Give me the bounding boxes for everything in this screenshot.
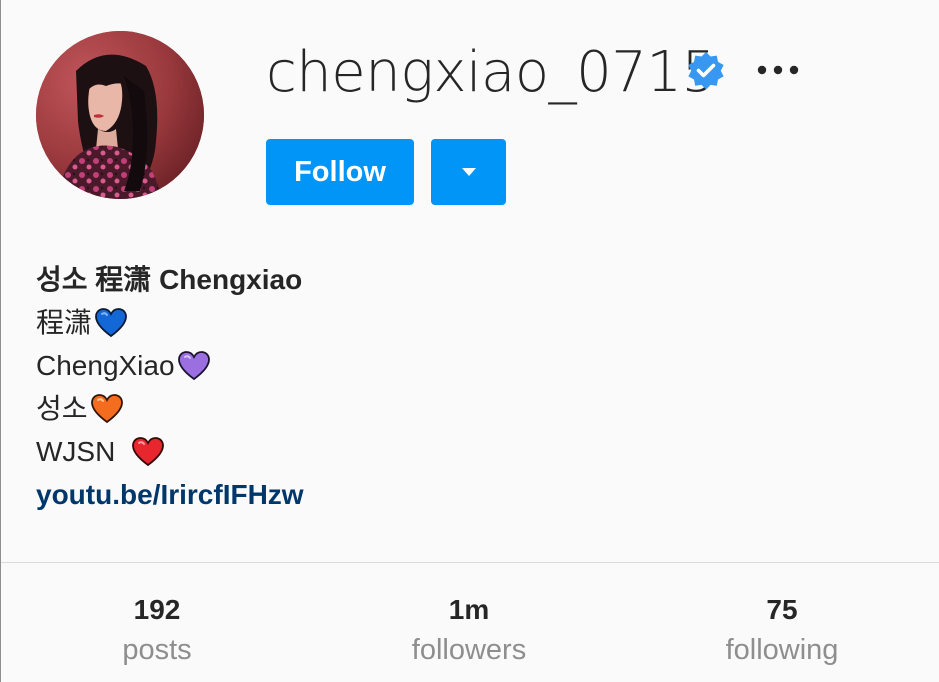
suggested-dropdown-button[interactable] <box>431 139 506 205</box>
left-border <box>0 0 1 682</box>
stat-label: following <box>725 634 839 666</box>
bio-line-text: 程潇 <box>36 307 93 338</box>
stat-followers[interactable]: 1m followers <box>359 590 579 670</box>
bio-line: 程潇 <box>36 301 304 344</box>
stat-following[interactable]: 75 following <box>672 590 892 670</box>
verified-badge-icon <box>688 52 724 90</box>
stat-label: followers <box>411 634 527 666</box>
stat-count: 192 <box>133 594 181 625</box>
username: chengxiao_0715 <box>266 40 717 105</box>
profile-photo <box>36 31 204 199</box>
bio-line: ChengXiao <box>36 344 304 387</box>
bio-line: youtu.be/IrircfIFHzw <box>36 473 304 516</box>
bio-full-name: 성소 程潇 Chengxiao <box>36 264 303 295</box>
bio: 성소 程潇 Chengxiao 程潇 ChengXiao 성소 WJSN you… <box>36 258 304 516</box>
bio-line-text: ChengXiao <box>36 350 175 381</box>
stats-divider <box>1 562 939 563</box>
bio-line: WJSN <box>36 430 304 473</box>
stat-label: posts <box>122 634 192 666</box>
bio-line-text: 성소 <box>36 393 88 424</box>
caret-down-icon <box>461 168 476 176</box>
ellipsis-icon[interactable] <box>752 56 804 84</box>
bio-link[interactable]: youtu.be/IrircfIFHzw <box>36 473 304 516</box>
stat-posts: 192 posts <box>47 590 267 670</box>
blue-heart-icon <box>95 307 127 337</box>
orange-heart-icon <box>90 393 123 423</box>
purple-heart-icon <box>177 350 210 380</box>
follow-button[interactable]: Follow <box>266 139 414 205</box>
stat-count: 75 <box>766 594 798 625</box>
stat-count: 1m <box>448 594 490 625</box>
bio-line: 성소 <box>36 387 304 430</box>
red-heart-icon <box>132 436 165 466</box>
bio-line-text: WJSN <box>36 436 124 467</box>
avatar[interactable] <box>36 31 204 199</box>
